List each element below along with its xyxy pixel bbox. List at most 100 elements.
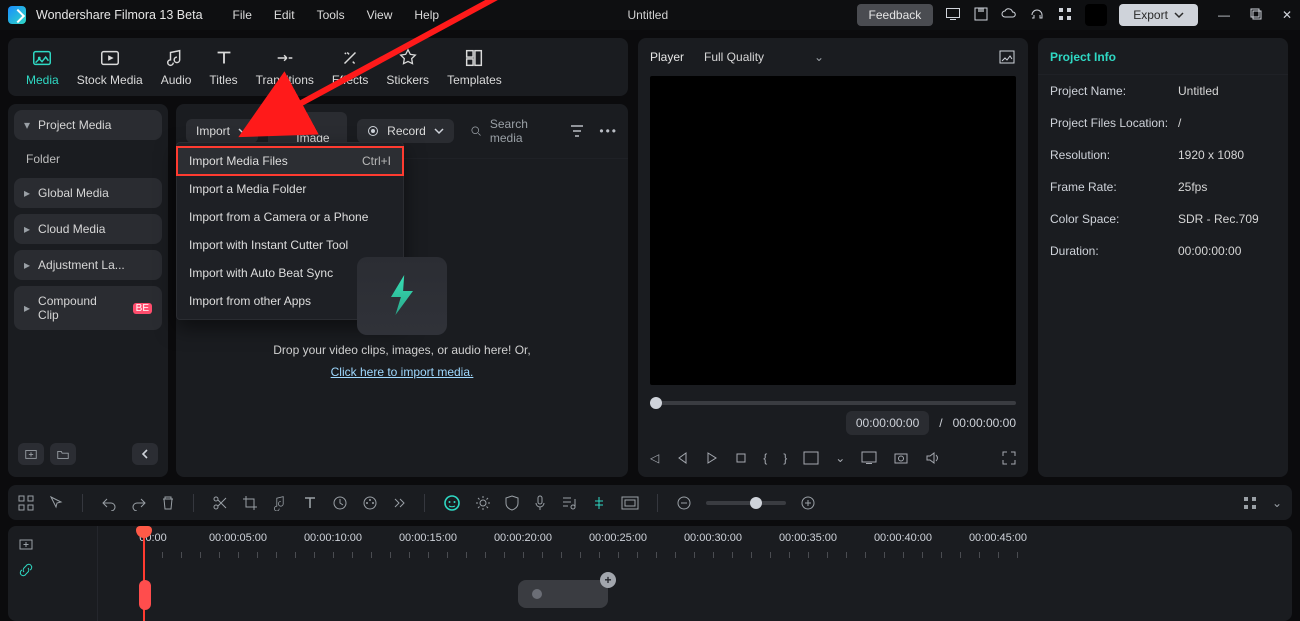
tl-sun-icon[interactable] <box>475 495 491 511</box>
tl-shield-icon[interactable] <box>505 495 519 511</box>
grid-icon[interactable] <box>1057 6 1073 25</box>
import-from-camera[interactable]: Import from a Camera or a Phone <box>177 203 403 231</box>
speed-icon[interactable] <box>272 495 288 511</box>
zoom-out-icon[interactable] <box>676 495 692 511</box>
tl-grid-icon[interactable] <box>18 495 34 511</box>
more-tl-icon[interactable] <box>392 496 406 510</box>
tl-view-icon[interactable] <box>1242 495 1258 511</box>
export-button[interactable]: Export <box>1119 4 1198 26</box>
timeline-clip[interactable]: + <box>518 580 608 608</box>
delete-icon[interactable] <box>161 495 175 511</box>
avatar[interactable] <box>1085 4 1107 26</box>
color-icon[interactable] <box>362 495 378 511</box>
time-separator: / <box>939 416 942 430</box>
player-canvas[interactable] <box>650 76 1016 385</box>
app-logo-icon <box>8 6 26 24</box>
clip-add-icon[interactable]: + <box>600 572 616 588</box>
tab-stickers[interactable]: Stickers <box>386 47 429 87</box>
screen-icon[interactable] <box>945 6 961 25</box>
mic-icon[interactable] <box>533 495 547 511</box>
text-icon[interactable] <box>302 495 318 511</box>
play-icon[interactable] <box>705 451 719 465</box>
timeline-toolbar: ⌄ <box>8 485 1292 520</box>
collapse-sidebar-icon[interactable] <box>132 443 158 465</box>
sidebar-item-project-media[interactable]: ▾ Project Media <box>14 110 162 140</box>
stop-icon[interactable] <box>735 452 747 464</box>
prev-frame-icon[interactable]: ◁ <box>650 451 659 465</box>
filter-icon[interactable] <box>569 123 585 139</box>
undo-icon[interactable] <box>101 495 117 511</box>
tl-cursor-icon[interactable] <box>48 495 64 511</box>
snapshot-icon[interactable] <box>998 48 1016 66</box>
menu-view[interactable]: View <box>367 8 393 22</box>
tl-view-caret-icon[interactable]: ⌄ <box>1272 496 1282 510</box>
ai-assistant-icon[interactable] <box>443 494 461 512</box>
dropzone-link[interactable]: Click here to import media. <box>331 365 474 379</box>
menu-edit[interactable]: Edit <box>274 8 295 22</box>
trim-icon[interactable] <box>332 495 348 511</box>
player-quality-select[interactable]: Full Quality ⌄ <box>704 50 824 64</box>
sidebar-item-global-media[interactable]: ▸ Global Media <box>14 178 162 208</box>
volume-icon[interactable] <box>925 451 941 465</box>
more-icon[interactable]: ••• <box>599 124 618 138</box>
display-icon[interactable] <box>861 451 877 465</box>
feedback-button[interactable]: Feedback <box>857 4 934 26</box>
headset-icon[interactable] <box>1029 6 1045 25</box>
play-backward-icon[interactable] <box>675 451 689 465</box>
sidebar-folder[interactable]: Folder <box>14 146 162 172</box>
mark-out-icon[interactable]: } <box>783 451 787 465</box>
menu-help[interactable]: Help <box>414 8 439 22</box>
tl-add-track-icon[interactable] <box>18 536 87 552</box>
media-icon <box>31 47 53 69</box>
record-icon <box>367 125 379 137</box>
player-progress[interactable] <box>650 401 1016 405</box>
tab-stock-media[interactable]: Stock Media <box>77 47 143 87</box>
zoom-in-icon[interactable] <box>800 495 816 511</box>
timeline-track[interactable]: + <box>98 574 1292 614</box>
tab-transitions[interactable]: Transitions <box>256 47 314 87</box>
sidebar-item-cloud-media[interactable]: ▸ Cloud Media <box>14 214 162 244</box>
import-button[interactable]: Import <box>186 119 258 143</box>
search-box[interactable]: Search media <box>464 113 560 149</box>
project-info-tab[interactable]: Project Info <box>1038 38 1288 75</box>
window-maximize-icon[interactable] <box>1250 8 1262 22</box>
zoom-knob-icon[interactable] <box>750 497 762 509</box>
save-icon[interactable] <box>973 6 989 25</box>
fullscreen-icon[interactable] <box>1002 451 1016 465</box>
new-folder-icon[interactable] <box>50 443 76 465</box>
import-media-folder[interactable]: Import a Media Folder <box>177 175 403 203</box>
tl-link-icon[interactable] <box>18 562 87 578</box>
window-close-icon[interactable]: ✕ <box>1282 8 1292 22</box>
progress-thumb-icon[interactable] <box>650 397 662 409</box>
timeline[interactable]: 00:00 00:00:05:00 00:00:10:00 00:00:15:0… <box>8 526 1292 621</box>
frame-icon[interactable] <box>621 496 639 510</box>
mark-in-icon[interactable]: { <box>763 451 767 465</box>
music-list-icon[interactable] <box>561 495 577 511</box>
sidebar-item-compound-clip[interactable]: ▸ Compound Clip BE <box>14 286 162 330</box>
main-menu: File Edit Tools View Help <box>233 8 440 22</box>
aspect-icon[interactable] <box>803 451 819 465</box>
chevron-down-icon[interactable]: ⌄ <box>835 451 845 465</box>
camera-icon[interactable] <box>893 451 909 465</box>
window-minimize-icon[interactable]: — <box>1218 8 1230 22</box>
sidebar-item-adjustment-layer[interactable]: ▸ Adjustment La... <box>14 250 162 280</box>
menu-file[interactable]: File <box>233 8 252 22</box>
redo-icon[interactable] <box>131 495 147 511</box>
info-dur-key: Duration: <box>1050 244 1170 258</box>
chevron-down-icon: ⌄ <box>814 50 824 64</box>
menu-tools[interactable]: Tools <box>317 8 345 22</box>
tab-audio[interactable]: Audio <box>161 47 192 87</box>
tab-media[interactable]: Media <box>26 47 59 87</box>
new-bin-icon[interactable] <box>18 443 44 465</box>
record-button[interactable]: Record <box>357 119 454 143</box>
crop-icon[interactable] <box>242 495 258 511</box>
import-instant-cutter[interactable]: Import with Instant Cutter Tool <box>177 231 403 259</box>
tab-templates[interactable]: Templates <box>447 47 502 87</box>
tab-effects[interactable]: Effects <box>332 47 368 87</box>
import-media-files[interactable]: Import Media Files Ctrl+I <box>177 147 403 175</box>
zoom-slider[interactable] <box>706 501 786 505</box>
cloud-icon[interactable] <box>1001 6 1017 25</box>
tab-titles[interactable]: Titles <box>209 47 237 87</box>
split-icon[interactable] <box>212 495 228 511</box>
marker-icon[interactable] <box>591 495 607 511</box>
